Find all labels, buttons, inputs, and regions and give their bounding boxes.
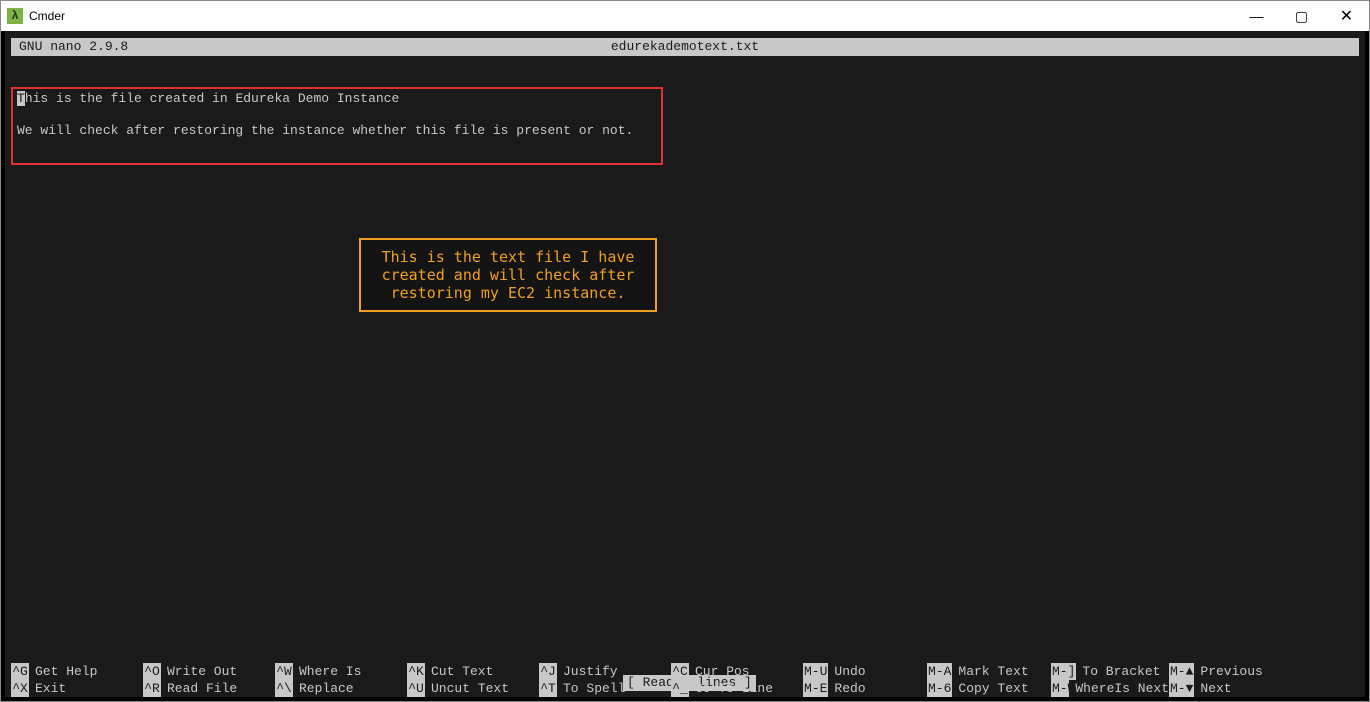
kbd-undo: M-U [803, 663, 828, 680]
label-undo: Undo [828, 663, 865, 680]
label-replace: Replace [293, 680, 354, 697]
label-copy-text: Copy Text [952, 680, 1028, 697]
annotation-callout: This is the text file I have created and… [359, 238, 657, 312]
label-cur-pos: Cur Pos [689, 663, 750, 680]
kbd-next: M-▼ [1169, 680, 1194, 697]
kbd-cur-pos: ^C [671, 663, 689, 680]
content-line-3: We will check after restoring the instan… [17, 123, 633, 138]
annotation-text: This is the text file I have created and… [371, 248, 645, 302]
kbd-mark-text: M-A [927, 663, 952, 680]
kbd-read-file: ^R [143, 680, 161, 697]
kbd-to-spell: ^T [539, 680, 557, 697]
label-next: Next [1194, 680, 1231, 697]
footer-row-2: ^XExit ^RRead File ^\Replace ^UUncut Tex… [11, 680, 1359, 697]
kbd-whereis-next: M-W [1051, 680, 1069, 697]
label-go-to-line: Go To Line [689, 680, 773, 697]
window-controls: — ▢ ✕ [1234, 1, 1369, 31]
kbd-uncut-text: ^U [407, 680, 425, 697]
kbd-get-help: ^G [11, 663, 29, 680]
label-read-file: Read File [161, 680, 237, 697]
kbd-replace: ^\ [275, 680, 293, 697]
app-icon: λ [7, 8, 23, 24]
label-mark-text: Mark Text [952, 663, 1028, 680]
label-cut-text: Cut Text [425, 663, 493, 680]
kbd-write-out: ^O [143, 663, 161, 680]
label-get-help: Get Help [29, 663, 97, 680]
content-line-1: his is the file created in Edureka Demo … [25, 91, 399, 106]
maximize-button[interactable]: ▢ [1279, 1, 1324, 31]
file-content-highlight: This is the file created in Edureka Demo… [11, 87, 663, 165]
label-write-out: Write Out [161, 663, 237, 680]
nano-filename: edurekademotext.txt [11, 38, 1359, 56]
label-uncut-text: Uncut Text [425, 680, 509, 697]
label-justify: Justify [557, 663, 618, 680]
kbd-previous: M-▲ [1169, 663, 1194, 680]
label-whereis-next: WhereIs Next [1069, 680, 1169, 697]
kbd-redo: M-E [803, 680, 828, 697]
close-button[interactable]: ✕ [1324, 1, 1369, 31]
minimize-button[interactable]: — [1234, 1, 1279, 31]
kbd-go-to-line: ^_ [671, 680, 689, 697]
label-redo: Redo [828, 680, 865, 697]
kbd-to-bracket: M-] [1051, 663, 1076, 680]
kbd-cut-text: ^K [407, 663, 425, 680]
label-to-spell: To Spell [557, 680, 625, 697]
titlebar: λ Cmder — ▢ ✕ [1, 1, 1369, 31]
label-exit: Exit [29, 680, 66, 697]
terminal-area[interactable]: edurekademotext.txt GNU nano 2.9.8 This … [5, 31, 1365, 697]
nano-shortcut-footer: ^GGet Help ^OWrite Out ^WWhere Is ^KCut … [11, 663, 1359, 697]
label-previous: Previous [1194, 663, 1262, 680]
label-where-is: Where Is [293, 663, 361, 680]
kbd-exit: ^X [11, 680, 29, 697]
nano-header-bar: edurekademotext.txt GNU nano 2.9.8 [11, 38, 1359, 56]
window-title: Cmder [29, 9, 65, 23]
kbd-where-is: ^W [275, 663, 293, 680]
kbd-justify: ^J [539, 663, 557, 680]
app-window: λ Cmder — ▢ ✕ edurekademotext.txt GNU na… [0, 0, 1370, 702]
footer-row-1: ^GGet Help ^OWrite Out ^WWhere Is ^KCut … [11, 663, 1359, 680]
text-cursor: T [17, 91, 25, 106]
kbd-copy-text: M-6 [927, 680, 952, 697]
label-to-bracket: To Bracket [1076, 663, 1160, 680]
